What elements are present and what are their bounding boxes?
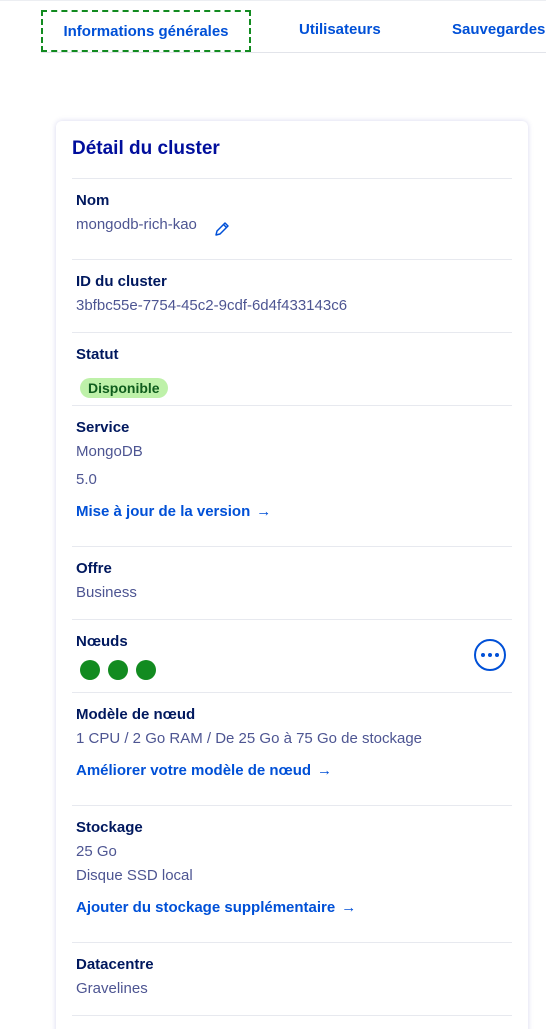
upgrade-node-model-link-label: Améliorer votre modèle de nœud (76, 762, 312, 779)
node-status-dot (136, 660, 156, 680)
plan-label: Offre (76, 560, 112, 577)
status-label: Statut (76, 346, 119, 363)
storage-type: Disque SSD local (76, 867, 193, 884)
arrow-right-icon: → (317, 762, 333, 779)
update-version-link[interactable]: Mise à jour de la version → (76, 503, 271, 520)
top-divider (0, 0, 546, 1)
upgrade-node-model-link[interactable]: Améliorer votre modèle de nœud → (76, 762, 332, 779)
tab-users[interactable]: Utilisateurs (299, 10, 381, 52)
section-node-model: Modèle de nœud 1 CPU / 2 Go RAM / De 25 … (72, 692, 512, 806)
tab-backups[interactable]: Sauvegardes (452, 10, 545, 52)
name-value: mongodb-rich-kao (76, 216, 197, 233)
update-version-link-label: Mise à jour de la version (76, 503, 251, 520)
section-name: Nom mongodb-rich-kao (72, 178, 512, 260)
node-model-label: Modèle de nœud (76, 706, 196, 723)
plan-value: Business (76, 584, 137, 601)
service-version: 5.0 (76, 471, 97, 488)
node-status-dot (108, 660, 128, 680)
storage-size: 25 Go (76, 843, 117, 860)
add-storage-link[interactable]: Ajouter du stockage supplémentaire → (76, 899, 356, 916)
section-status: Statut Disponible (72, 332, 512, 406)
cluster-id-value: 3bfbc55e-7754-45c2-9cdf-6d4f433143c6 (76, 297, 348, 314)
nodes-label: Nœuds (76, 633, 128, 650)
card-title: Détail du cluster (72, 138, 220, 159)
section-nodes: Nœuds (72, 619, 512, 693)
arrow-right-icon: → (256, 503, 272, 520)
more-icon-dot (481, 653, 485, 657)
tab-bar: Informations générales Utilisateurs Sauv… (0, 0, 546, 53)
section-divider (72, 1015, 512, 1029)
name-label: Nom (76, 192, 110, 209)
section-service: Service MongoDB 5.0 Mise à jour de la ve… (72, 405, 512, 547)
section-datacenter: Datacentre Gravelines (72, 942, 512, 1016)
section-cluster-id: ID du cluster 3bfbc55e-7754-45c2-9cdf-6d… (72, 259, 512, 333)
datacenter-label: Datacentre (76, 956, 154, 973)
pencil-icon[interactable] (214, 221, 230, 237)
service-engine: MongoDB (76, 443, 143, 460)
node-model-value: 1 CPU / 2 Go RAM / De 25 Go à 75 Go de s… (76, 730, 423, 747)
tab-general-information[interactable]: Informations générales (41, 10, 251, 52)
node-status-dot (80, 660, 100, 680)
add-storage-link-label: Ajouter du stockage supplémentaire (76, 899, 336, 916)
service-label: Service (76, 419, 130, 436)
status-badge: Disponible (80, 378, 168, 398)
section-storage: Stockage 25 Go Disque SSD local Ajouter … (72, 805, 512, 943)
more-icon-dot (495, 653, 499, 657)
tab-underline (41, 52, 546, 53)
more-icon-dot (488, 653, 492, 657)
cluster-detail-card: Détail du cluster Nom mongodb-rich-kao I… (56, 121, 528, 1029)
storage-label: Stockage (76, 819, 143, 836)
datacenter-value: Gravelines (76, 980, 148, 997)
section-plan: Offre Business (72, 546, 512, 620)
arrow-right-icon: → (341, 899, 357, 916)
cluster-id-label: ID du cluster (76, 273, 167, 290)
more-actions-button[interactable] (474, 639, 506, 671)
